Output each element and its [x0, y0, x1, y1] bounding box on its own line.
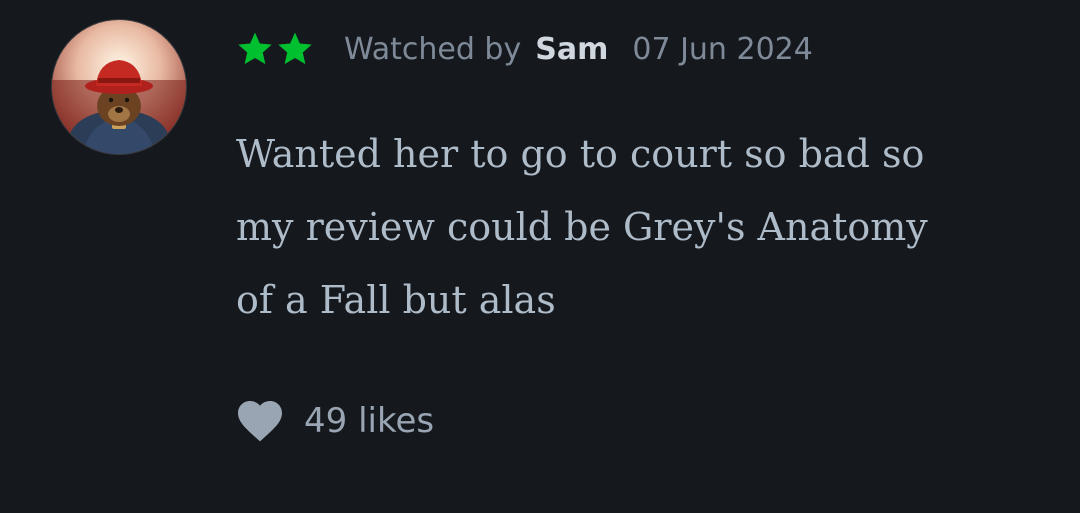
review-meta: Watched by Sam 07 Jun 2024 [236, 26, 813, 72]
username-link[interactable]: Sam [535, 32, 608, 67]
avatar-image [52, 20, 186, 154]
review-card: Watched by Sam 07 Jun 2024 Wanted her to… [0, 0, 1080, 513]
star-rating [236, 30, 314, 68]
review-text: Wanted her to go to court so bad so my r… [236, 118, 1056, 337]
star-icon [276, 30, 314, 68]
star-icon [236, 30, 274, 68]
review-text-line: my review could be Grey's Anatomy [236, 205, 928, 249]
heart-icon[interactable] [236, 399, 284, 443]
review-text-line: Wanted her to go to court so bad so [236, 132, 925, 176]
watched-by-label: Watched by [344, 31, 522, 67]
review-text-line: of a Fall but alas [236, 278, 556, 322]
review-date: 07 Jun 2024 [632, 31, 813, 67]
user-avatar[interactable] [52, 20, 186, 154]
like-button[interactable]: 49 likes [236, 396, 434, 446]
likes-count[interactable]: 49 likes [304, 401, 434, 441]
